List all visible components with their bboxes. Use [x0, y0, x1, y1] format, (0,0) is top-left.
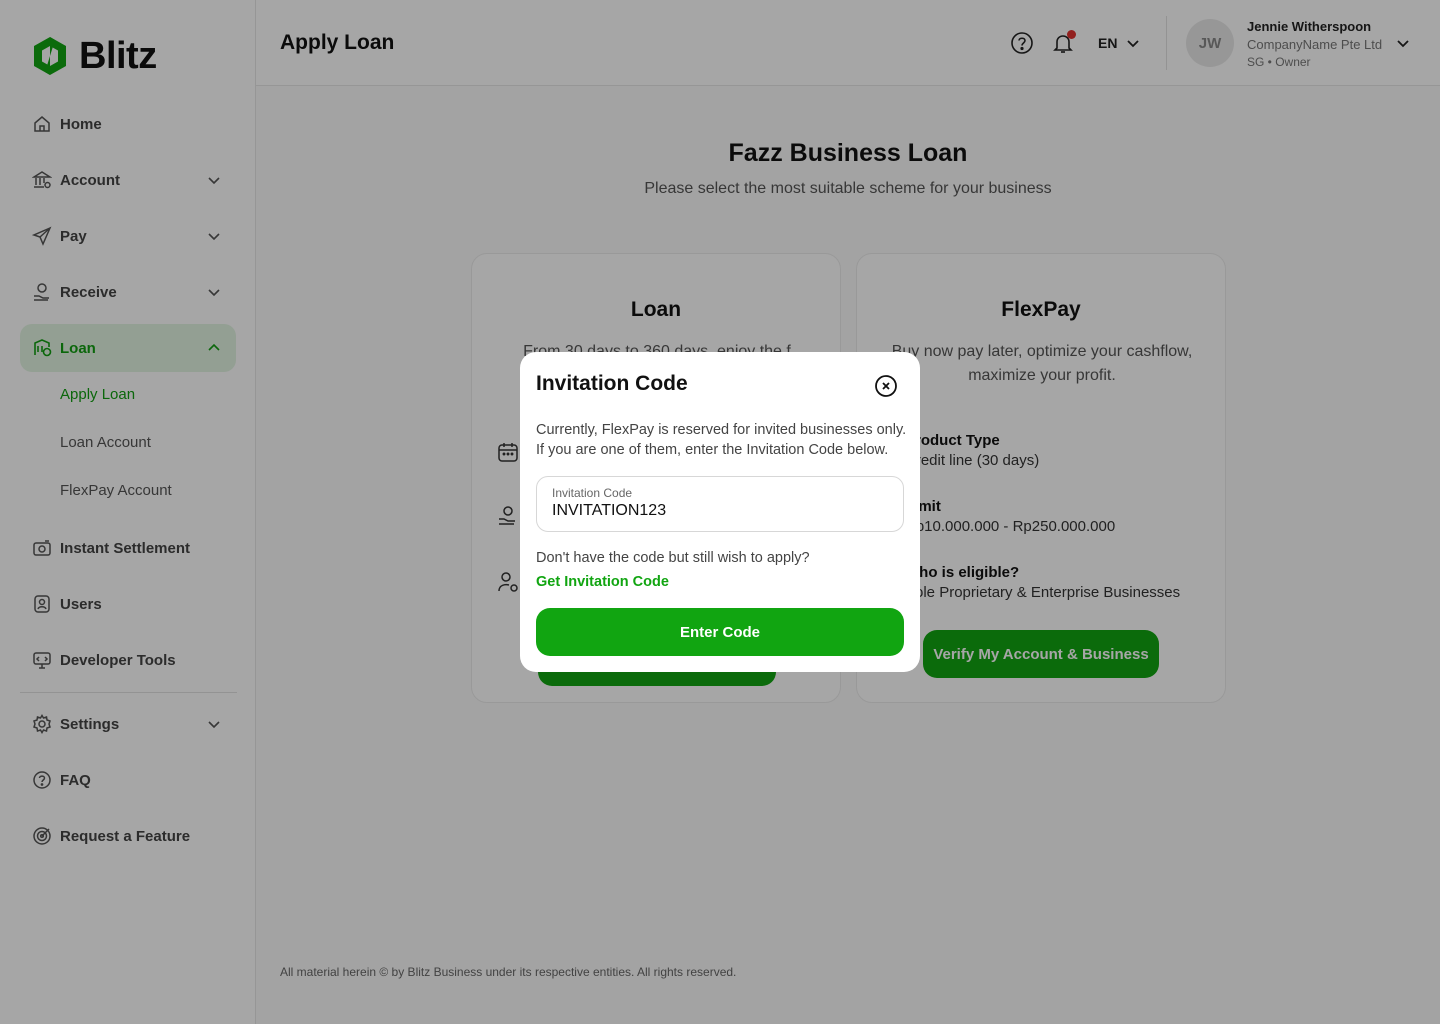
modal-description: Currently, FlexPay is reserved for invit…	[536, 422, 907, 458]
invitation-code-input[interactable]	[552, 502, 888, 520]
invitation-code-field[interactable]: Invitation Code	[536, 476, 904, 532]
no-code-text: Don't have the code but still wish to ap…	[536, 550, 810, 566]
modal-title: Invitation Code	[536, 372, 688, 395]
close-icon[interactable]	[874, 374, 898, 398]
field-label: Invitation Code	[552, 486, 633, 500]
enter-code-button[interactable]: Enter Code	[536, 608, 904, 656]
invitation-code-modal: Invitation Code Currently, FlexPay is re…	[520, 352, 920, 672]
get-invitation-code-link[interactable]: Get Invitation Code	[536, 574, 669, 590]
